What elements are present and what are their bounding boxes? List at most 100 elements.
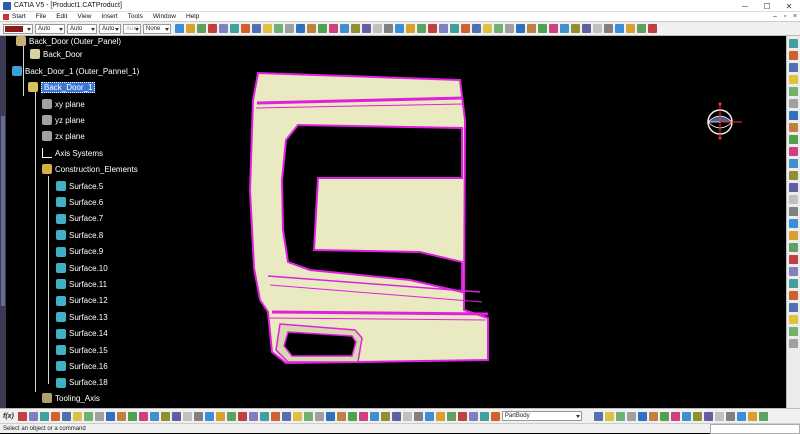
toolbar-command-icon[interactable] (450, 24, 459, 33)
toolbar-command-icon[interactable] (186, 24, 195, 33)
toolbar-command-icon[interactable] (263, 24, 272, 33)
minimize-button[interactable]: ─ (734, 0, 756, 12)
toolbar-command-icon[interactable] (307, 24, 316, 33)
workbench-command-icon[interactable] (789, 231, 798, 240)
tree-item-surface[interactable]: Surface.7 (56, 213, 103, 225)
toolbar-command-icon[interactable] (417, 24, 426, 33)
tree-item-surface[interactable]: Surface.16 (56, 360, 108, 372)
doc-minimize-button[interactable]: – (770, 13, 780, 20)
toolbar-command-icon[interactable] (615, 411, 625, 421)
toolbar-command-icon[interactable] (160, 411, 170, 421)
tree-item-back-door-outer-panel[interactable]: Back_Door (Outer_Panel) (16, 35, 121, 47)
layer-combo[interactable]: None (143, 23, 171, 34)
toolbar-command-icon[interactable] (72, 411, 82, 421)
tree-item-surface[interactable]: Surface.8 (56, 229, 103, 241)
toolbar-command-icon[interactable] (50, 411, 60, 421)
toolbar-command-icon[interactable] (296, 24, 305, 33)
toolbar-command-icon[interactable] (362, 24, 371, 33)
tree-item-surface[interactable]: Surface.5 (56, 180, 103, 192)
tree-item-surface[interactable]: Surface.6 (56, 196, 103, 208)
toolbar-command-icon[interactable] (490, 411, 500, 421)
toolbar-command-icon[interactable] (175, 24, 184, 33)
tree-item-surface[interactable]: Surface.12 (56, 295, 108, 307)
workbench-command-icon[interactable] (789, 303, 798, 312)
toolbar-command-icon[interactable] (648, 411, 658, 421)
toolbar-command-icon[interactable] (127, 411, 137, 421)
toolbar-command-icon[interactable] (424, 411, 434, 421)
workbench-command-icon[interactable] (789, 99, 798, 108)
toolbar-command-icon[interactable] (274, 24, 283, 33)
tree-item-xy-plane[interactable]: xy plane (42, 98, 85, 110)
toolbar-command-icon[interactable] (270, 411, 280, 421)
toolbar-command-icon[interactable] (461, 24, 470, 33)
toolbar-command-icon[interactable] (395, 24, 404, 33)
toolbar-command-icon[interactable] (248, 411, 258, 421)
workbench-command-icon[interactable] (789, 183, 798, 192)
workbench-command-icon[interactable] (789, 315, 798, 324)
toolbar-command-icon[interactable] (171, 411, 181, 421)
toolbar-command-icon[interactable] (215, 411, 225, 421)
workbench-command-icon[interactable] (789, 339, 798, 348)
close-button[interactable]: ✕ (778, 0, 800, 12)
workbench-command-icon[interactable] (789, 327, 798, 336)
workbench-command-icon[interactable] (789, 279, 798, 288)
toolbar-command-icon[interactable] (479, 411, 489, 421)
toolbar-command-icon[interactable] (369, 411, 379, 421)
workbench-command-icon[interactable] (789, 267, 798, 276)
workbench-command-icon[interactable] (789, 39, 798, 48)
toolbar-command-icon[interactable] (94, 411, 104, 421)
workbench-command-icon[interactable] (789, 75, 798, 84)
toolbar-command-icon[interactable] (659, 411, 669, 421)
toolbar-command-icon[interactable] (61, 411, 71, 421)
toolbar-command-icon[interactable] (604, 411, 614, 421)
menu-insert[interactable]: Insert (101, 13, 117, 20)
toolbar-command-icon[interactable] (219, 24, 228, 33)
fill-color-combo[interactable] (3, 23, 33, 34)
toolbar-command-icon[interactable] (314, 411, 324, 421)
menu-edit[interactable]: Edit (56, 13, 67, 20)
tree-item-surface[interactable]: Surface.18 (56, 377, 108, 389)
toolbar-command-icon[interactable] (468, 411, 478, 421)
toolbar-command-icon[interactable] (237, 411, 247, 421)
toolbar-command-icon[interactable] (303, 411, 313, 421)
toolbar-command-icon[interactable] (17, 411, 27, 421)
tree-item-tooling-axis[interactable]: Tooling_Axis (42, 392, 100, 404)
toolbar-command-icon[interactable] (725, 411, 735, 421)
tree-item-construction-elements[interactable]: Construction_Elements (42, 163, 138, 175)
toolbar-command-icon[interactable] (241, 24, 250, 33)
toolbar-command-icon[interactable] (582, 24, 591, 33)
toolbar-command-icon[interactable] (483, 24, 492, 33)
toolbar-command-icon[interactable] (593, 24, 602, 33)
linetype-combo[interactable]: Auto (35, 23, 65, 34)
toolbar-command-icon[interactable] (358, 411, 368, 421)
maximize-button[interactable]: ☐ (756, 0, 778, 12)
toolbar-command-icon[interactable] (380, 411, 390, 421)
tree-item-surface[interactable]: Surface.13 (56, 311, 108, 323)
toolbar-command-icon[interactable] (758, 411, 768, 421)
menu-view[interactable]: View (77, 13, 91, 20)
toolbar-command-icon[interactable] (637, 24, 646, 33)
toolbar-command-icon[interactable] (340, 24, 349, 33)
toolbar-command-icon[interactable] (670, 411, 680, 421)
toolbar-command-icon[interactable] (446, 411, 456, 421)
workbench-command-icon[interactable] (789, 219, 798, 228)
toolbar-command-icon[interactable] (435, 411, 445, 421)
tree-item-surface[interactable]: Surface.10 (56, 262, 108, 274)
tree-item-surface[interactable]: Surface.11 (56, 278, 107, 290)
workbench-command-icon[interactable] (789, 207, 798, 216)
toolbar-command-icon[interactable] (204, 411, 214, 421)
toolbar-command-icon[interactable] (285, 24, 294, 33)
tree-scrollbar-thumb[interactable] (1, 116, 5, 306)
menu-tools[interactable]: Tools (128, 13, 143, 20)
toolbar-command-icon[interactable] (138, 411, 148, 421)
toolbar-command-icon[interactable] (318, 24, 327, 33)
toolbar-command-icon[interactable] (472, 24, 481, 33)
toolbar-command-icon[interactable] (604, 24, 613, 33)
toolbar-command-icon[interactable] (593, 411, 603, 421)
toolbar-command-icon[interactable] (336, 411, 346, 421)
workbench-command-icon[interactable] (789, 63, 798, 72)
toolbar-command-icon[interactable] (714, 411, 724, 421)
toolbar-command-icon[interactable] (39, 411, 49, 421)
toolbar-command-icon[interactable] (439, 24, 448, 33)
workbench-command-icon[interactable] (789, 159, 798, 168)
